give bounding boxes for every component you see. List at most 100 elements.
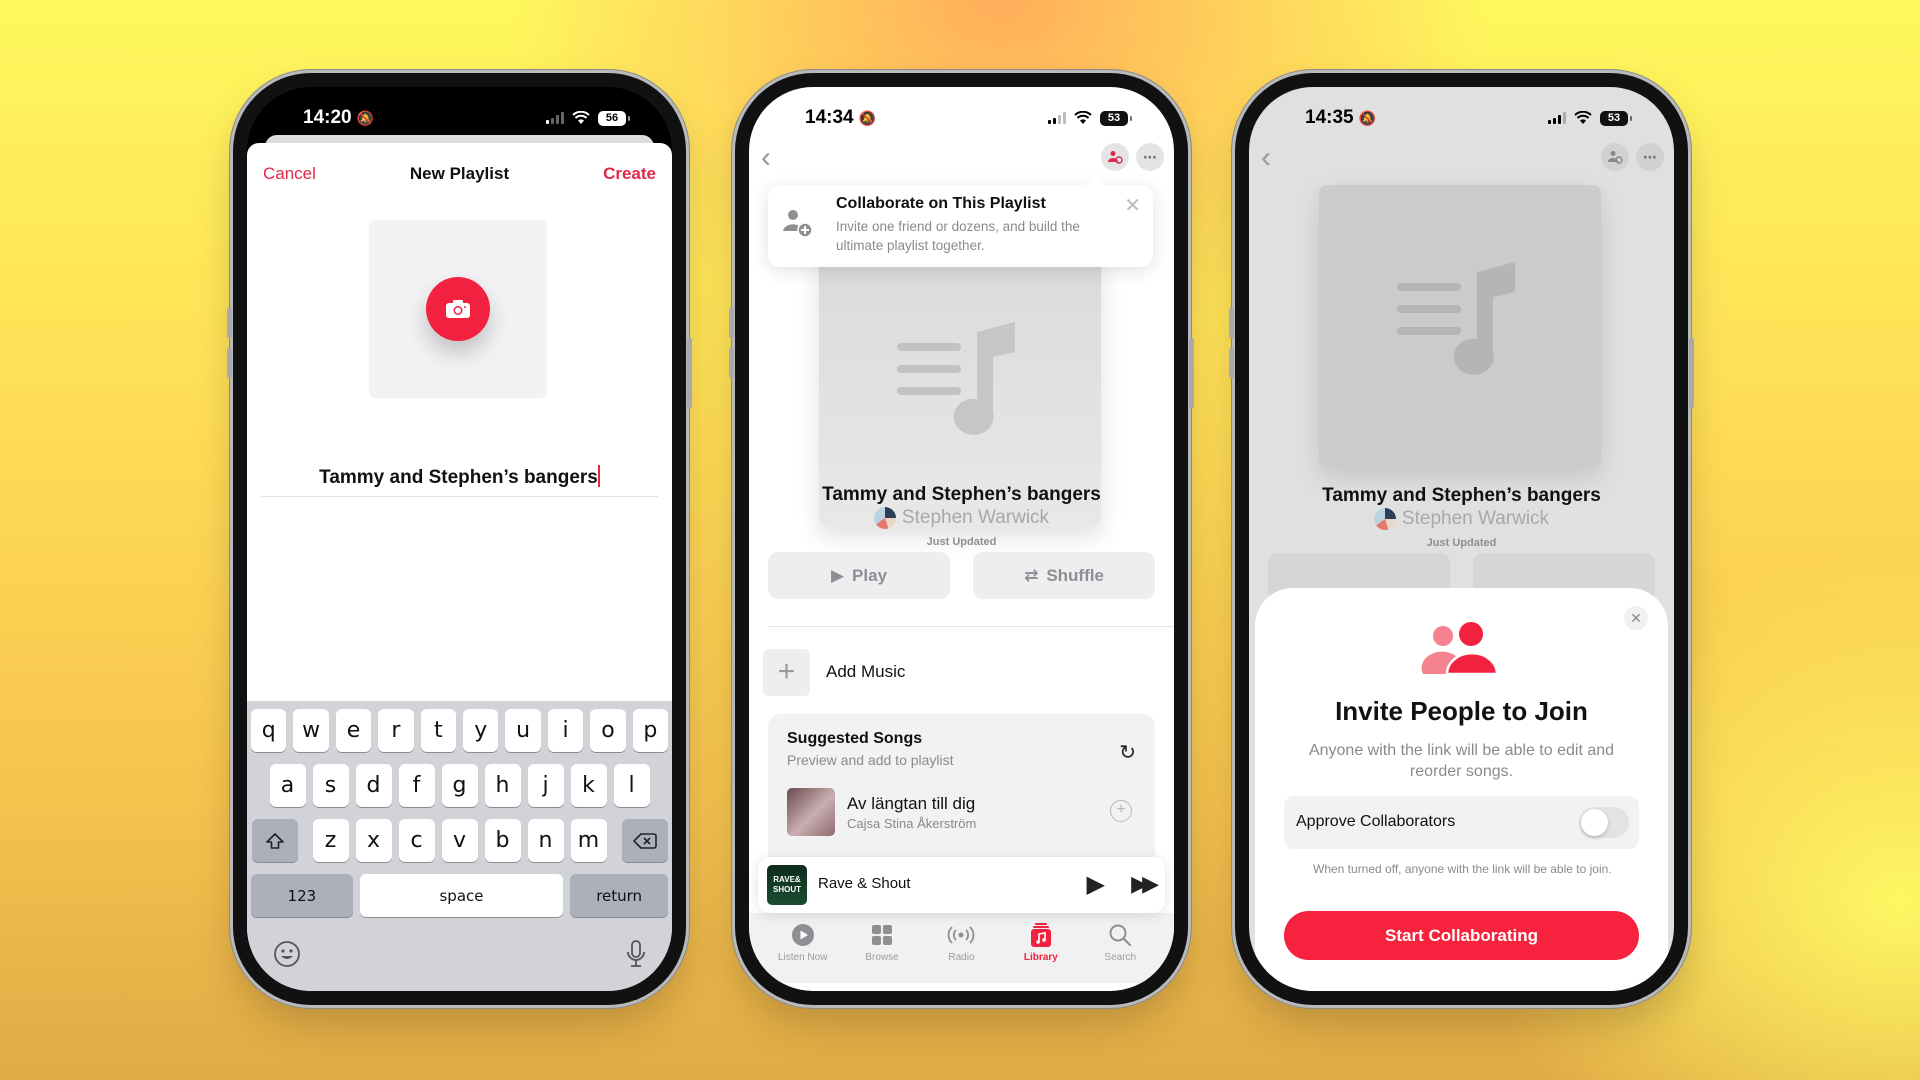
key-d[interactable]: d (355, 764, 392, 807)
key-a[interactable]: a (269, 764, 306, 807)
backspace-icon (632, 832, 657, 849)
key-r[interactable]: r (378, 709, 414, 752)
key-l[interactable]: l (613, 764, 650, 807)
key-m[interactable]: m (570, 819, 607, 862)
shuffle-button[interactable]: ⇄ Shuffle (973, 552, 1155, 599)
playlist-name-input[interactable]: Tammy and Stephen’s bangers (261, 459, 658, 497)
key-f[interactable]: f (398, 764, 435, 807)
key-u[interactable]: u (505, 709, 541, 752)
side-button (1229, 308, 1234, 338)
nav-bar: ‹ ⋯ (1249, 139, 1674, 179)
side-button (729, 308, 734, 338)
collaborate-button[interactable] (1601, 143, 1629, 171)
fast-forward-icon[interactable]: ▶▶ (1131, 871, 1159, 897)
people-icon (1421, 622, 1499, 674)
key-s[interactable]: s (312, 764, 349, 807)
approve-collaborators-toggle[interactable] (1579, 807, 1629, 838)
shift-key[interactable] (251, 819, 298, 862)
grid-icon (872, 925, 893, 945)
plus-icon: + (763, 648, 810, 696)
key-e[interactable]: e (335, 709, 372, 752)
tab-search[interactable]: Search (1085, 921, 1155, 983)
playlist-title: Tammy and Stephen’s bangers (1322, 485, 1601, 506)
approve-collaborators-row: Approve Collaborators (1284, 796, 1639, 849)
more-button[interactable]: ⋯ (1636, 143, 1664, 171)
invite-sheet: ✕ Invite People to Join Anyone with the … (1255, 588, 1668, 991)
key-x[interactable]: x (355, 819, 392, 862)
collaborate-button[interactable] (1101, 143, 1129, 171)
key-h[interactable]: h (484, 764, 521, 807)
return-key[interactable]: return (570, 874, 668, 917)
back-chevron-icon[interactable]: ‹ (761, 143, 771, 173)
key-t[interactable]: t (420, 709, 456, 752)
camera-icon (446, 300, 470, 318)
suggested-subtitle: Preview and add to playlist (787, 752, 954, 768)
emoji-icon[interactable] (273, 940, 301, 968)
key-b[interactable]: b (484, 819, 521, 862)
person-add-icon (1608, 151, 1623, 164)
space-key[interactable]: space (359, 874, 564, 917)
play-icon[interactable]: ▶ (1087, 870, 1105, 899)
battery-icon: 53 (1100, 110, 1132, 126)
side-button (1229, 348, 1234, 378)
add-photo-button[interactable] (426, 277, 490, 341)
numbers-key[interactable]: 123 (251, 874, 353, 917)
ellipsis-icon: ⋯ (1143, 148, 1157, 165)
tab-radio[interactable]: Radio (926, 921, 996, 983)
list-item[interactable]: Av längtan till dig Cajsa Stina Åkerströ… (787, 788, 1136, 836)
delete-key[interactable] (621, 819, 668, 862)
play-button[interactable]: ▶ Play (768, 552, 950, 599)
refresh-icon[interactable]: ↻ (1119, 740, 1136, 765)
key-o[interactable]: o (590, 709, 626, 752)
close-button[interactable]: ✕ (1624, 606, 1648, 630)
tab-browse[interactable]: Browse (847, 921, 917, 983)
search-icon (1109, 924, 1132, 947)
silent-bell-icon: 🔕 (1358, 110, 1377, 126)
person-add-icon (783, 210, 813, 238)
key-p[interactable]: p (632, 709, 669, 752)
library-icon (1030, 923, 1051, 947)
screen: 14:34 🔕 53 ‹ ⋯ Collaborate on This Playl… (749, 87, 1174, 991)
screen: 14:35 🔕 53 ‹ ⋯ Tammy and Stephen’s bange… (1249, 87, 1674, 991)
key-y[interactable]: y (463, 709, 499, 752)
key-j[interactable]: j (527, 764, 564, 807)
tab-listen-now[interactable]: Listen Now (768, 921, 838, 983)
toggle-label: Approve Collaborators (1296, 813, 1456, 830)
key-n[interactable]: n (527, 819, 564, 862)
start-collaborating-button[interactable]: Start Collaborating (1284, 911, 1639, 960)
key-v[interactable]: v (441, 819, 478, 862)
side-button (687, 338, 692, 408)
add-music-row[interactable]: + Add Music (763, 648, 1093, 696)
keyboard-row: asdfghjkl (251, 764, 668, 807)
new-playlist-sheet: Cancel New Playlist Create Tammy and Ste… (247, 143, 672, 991)
playlist-author[interactable]: Stephen Warwick (749, 507, 1174, 529)
key-i[interactable]: i (547, 709, 584, 752)
add-song-button[interactable]: + (1110, 800, 1132, 822)
playlist-title: Tammy and Stephen’s bangers (822, 484, 1101, 505)
key-c[interactable]: c (398, 819, 435, 862)
status-time: 14:20 🔕 (303, 107, 375, 128)
cancel-button[interactable]: Cancel (263, 164, 316, 184)
key-q[interactable]: q (250, 709, 287, 752)
key-w[interactable]: w (293, 709, 329, 752)
create-button[interactable]: Create (603, 164, 656, 184)
silent-bell-icon: 🔕 (858, 110, 877, 126)
suggested-songs-card: Suggested Songs Preview and add to playl… (768, 714, 1155, 874)
key-k[interactable]: k (570, 764, 607, 807)
artwork-placeholder[interactable] (369, 220, 547, 398)
mini-player[interactable]: RAVE& SHOUT Rave & Shout ▶ ▶▶ (758, 857, 1165, 913)
microphone-icon[interactable] (626, 939, 646, 969)
back-chevron-icon[interactable]: ‹ (1261, 143, 1271, 173)
keyboard-row: qwertyuiop (250, 709, 669, 752)
key-g[interactable]: g (441, 764, 478, 807)
wifi-icon (572, 111, 590, 124)
more-button[interactable]: ⋯ (1136, 143, 1164, 171)
toggle-caption: When turned off, anyone with the link wi… (1313, 862, 1612, 876)
key-z[interactable]: z (312, 819, 349, 862)
radio-icon (948, 926, 975, 944)
close-icon[interactable]: ✕ (1124, 193, 1141, 218)
tab-library[interactable]: Library (1006, 921, 1076, 983)
invite-description: Anyone with the link will be able to edi… (1308, 742, 1615, 780)
signal-icon (546, 112, 564, 124)
play-icon: ▶ (830, 565, 845, 585)
